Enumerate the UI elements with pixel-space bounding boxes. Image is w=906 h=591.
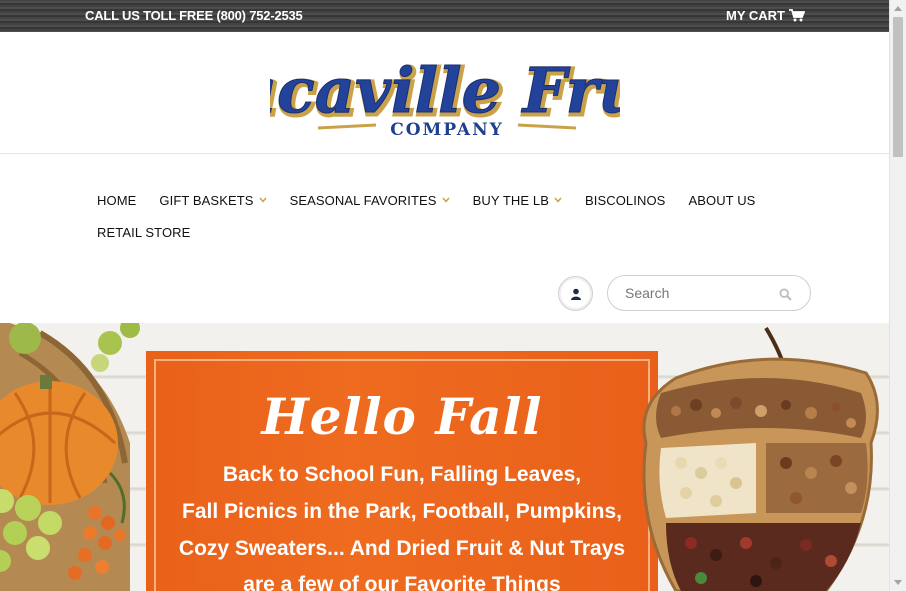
- nav-about-us[interactable]: ABOUT US: [688, 193, 755, 208]
- search-icon[interactable]: [779, 288, 792, 301]
- chevron-down-icon: [554, 197, 562, 203]
- top-bar: CALL US TOLL FREE (800) 752-2535 MY CART: [0, 0, 889, 32]
- nav-home-label: HOME: [97, 192, 137, 208]
- nav-biscolinos-label: BISCOLINOS: [584, 192, 666, 208]
- promo-line-1: Back to School Fun, Falling Leaves,: [222, 463, 582, 486]
- page-scrollbar[interactable]: [889, 0, 906, 591]
- promo-panel: Hello Fall Back to School Fun, Falling L…: [146, 351, 658, 591]
- scrollbar-thumb[interactable]: [893, 17, 903, 157]
- vacaville-fruit-company-logo[interactable]: Vacaville Fruit Vacaville Fruit COMPANY: [270, 42, 620, 142]
- toll-free-phone[interactable]: CALL US TOLL FREE (800) 752-2535: [85, 8, 303, 23]
- nav-retail-store[interactable]: RETAIL STORE: [97, 225, 190, 240]
- nav-gift-baskets[interactable]: GIFT BASKETS: [159, 192, 267, 208]
- shopping-cart-icon: [789, 9, 805, 22]
- fruit-basket-image: [0, 323, 140, 591]
- nav-biscolinos[interactable]: BISCOLINOS: [585, 193, 665, 208]
- nav-seasonal-favorites[interactable]: SEASONAL FAVORITES: [290, 193, 450, 208]
- chevron-down-icon: [258, 197, 267, 203]
- nav-gift-baskets-label: GIFT BASKETS: [159, 192, 254, 208]
- header: Vacaville Fruit Vacaville Fruit COMPANY: [0, 32, 889, 154]
- promo-heading: Hello Fall: [261, 387, 543, 446]
- main-navigation: HOME GIFT BASKETS SEASONAL FAVORITES BUY…: [97, 190, 797, 242]
- user-icon: [570, 288, 581, 300]
- nav-home[interactable]: HOME: [97, 193, 136, 208]
- my-cart-label: MY CART: [726, 8, 785, 23]
- nav-seasonal-favorites-label: SEASONAL FAVORITES: [289, 192, 437, 208]
- scroll-down-arrow-icon[interactable]: [894, 580, 902, 585]
- account-button[interactable]: [558, 276, 593, 311]
- my-cart-link[interactable]: MY CART: [726, 8, 805, 23]
- promo-line-4: are a few of our Favorite Things: [243, 573, 561, 591]
- acorn-nut-tray-image: [642, 326, 879, 591]
- hero-banner[interactable]: Hello Fall Back to School Fun, Falling L…: [0, 323, 889, 591]
- search-input[interactable]: [625, 285, 775, 301]
- nav-buy-the-lb-label: BUY THE LB: [472, 192, 549, 208]
- logo-wordmark: Vacaville Fruit: [270, 54, 620, 127]
- scroll-up-arrow-icon[interactable]: [894, 6, 902, 11]
- nav-retail-store-label: RETAIL STORE: [97, 224, 191, 240]
- promo-line-2: Fall Picnics in the Park, Football, Pump…: [182, 500, 622, 523]
- search-box: [607, 275, 811, 311]
- logo-company-text: COMPANY: [390, 120, 504, 140]
- nav-row-2: RETAIL STORE: [97, 222, 797, 242]
- nav-row-1: HOME GIFT BASKETS SEASONAL FAVORITES BUY…: [97, 190, 797, 210]
- promo-line-3: Cozy Sweaters... And Dried Fruit & Nut T…: [178, 537, 626, 560]
- nav-buy-the-lb[interactable]: BUY THE LB: [473, 193, 562, 208]
- chevron-down-icon: [442, 197, 450, 203]
- nav-about-us-label: ABOUT US: [688, 192, 756, 208]
